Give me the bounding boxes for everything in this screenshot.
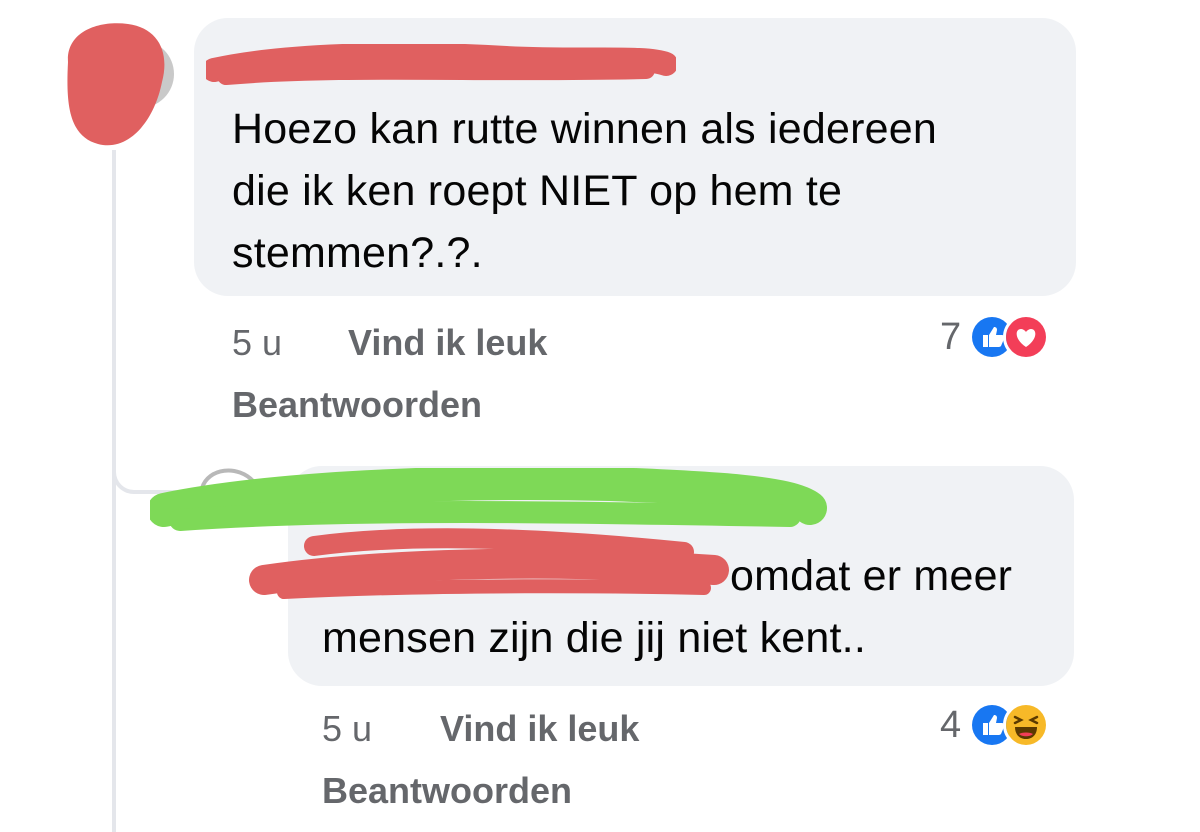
comment-line: die ik ken roept NIET op hem te [232,167,843,215]
love-icon [1003,314,1050,360]
reaction-summary[interactable]: 7 [940,314,1050,360]
comment-thread: Hoezo kan rutte winnen als iedereen die … [0,0,1200,832]
reply-link[interactable]: Beantwoorden [322,770,572,812]
comment-text: Hoezo kan rutte winnen als iedereen die … [232,98,937,284]
reply-link[interactable]: Beantwoorden [232,384,482,426]
name-redaction-scribble [206,44,676,85]
comment-line: stemmen?.?. [232,229,483,277]
comment-line: Hoezo kan rutte winnen als iedereen [232,105,937,153]
reply-text-line: mensen zijn die jij niet kent.. [322,614,866,662]
like-link[interactable]: Vind ik leuk [348,322,547,364]
comment-timestamp: 5 u [232,322,283,363]
reaction-summary[interactable]: 4 [940,702,1050,748]
commenter-avatar-redacted[interactable] [58,12,178,152]
reaction-count: 7 [940,315,962,358]
reply-timestamp: 5 u [322,708,373,749]
like-link[interactable]: Vind ik leuk [440,708,639,750]
haha-icon [1003,702,1050,748]
reaction-count: 4 [940,703,962,746]
mention-redaction-scribble [249,528,729,599]
reply-text-line: omdat er meer [730,552,1013,600]
thread-connector-line [112,150,116,832]
